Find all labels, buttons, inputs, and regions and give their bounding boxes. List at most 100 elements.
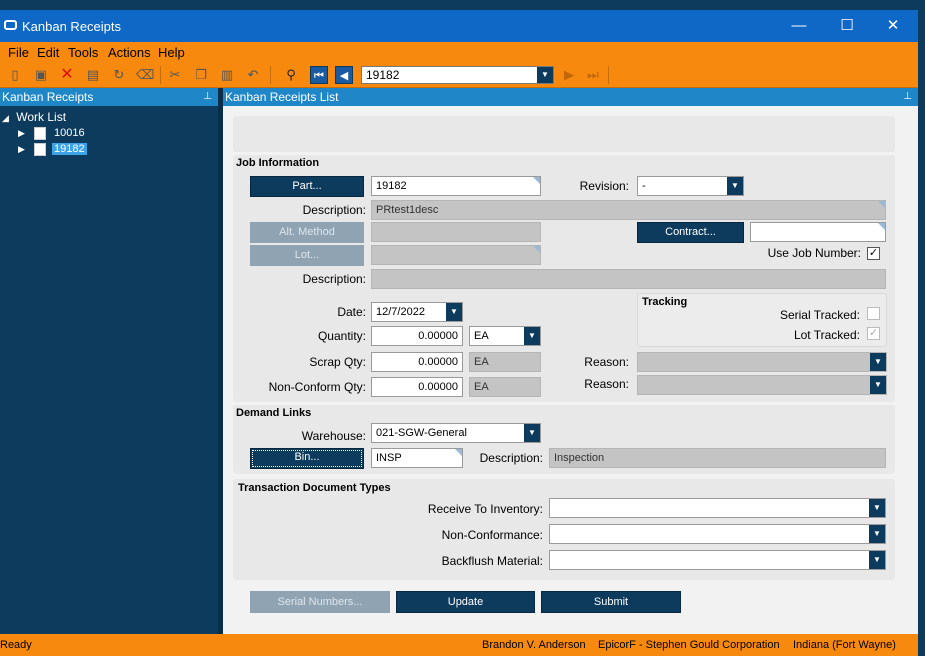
expand-icon[interactable]: ▶ xyxy=(18,128,25,139)
lot-button[interactable]: Lot... xyxy=(250,245,364,266)
serial-numbers-button[interactable]: Serial Numbers... xyxy=(250,591,390,613)
part-input[interactable]: 19182 xyxy=(371,176,541,196)
menu-tools[interactable]: Tools xyxy=(68,45,98,60)
reason2-label: Reason: xyxy=(584,377,629,391)
tracking-title: Tracking xyxy=(642,296,688,308)
last-record-icon[interactable]: ⏭ xyxy=(584,66,602,84)
toolbar-separator xyxy=(160,66,161,84)
scrap-uom-field: EA xyxy=(469,352,541,372)
search-icon[interactable]: ⚲ xyxy=(282,66,300,84)
chevron-down-icon[interactable]: ▼ xyxy=(870,376,886,394)
pin-icon[interactable]: ⊥ xyxy=(203,88,212,106)
quantity-label: Quantity: xyxy=(317,329,366,343)
document-icon xyxy=(34,127,46,140)
close-button[interactable]: ✕ xyxy=(878,16,908,36)
expand-icon[interactable]: ▶ xyxy=(18,144,25,155)
tree-pane-title: Kanban Receipts xyxy=(2,90,94,104)
record-selector-value: 19182 xyxy=(366,68,400,82)
attachment-icon[interactable]: ▤ xyxy=(84,66,102,84)
revision-label: Revision: xyxy=(579,179,629,193)
chevron-down-icon[interactable]: ▼ xyxy=(870,353,886,371)
job-information-title: Job Information xyxy=(236,157,320,169)
backflush-material-select[interactable]: ▼ xyxy=(549,550,886,570)
tree-root-label: Work List xyxy=(16,110,67,124)
quantity-input[interactable]: 0.00000 xyxy=(371,326,463,346)
next-record-icon[interactable]: ▶ xyxy=(560,66,578,84)
detail-pane-header: Kanban Receipts List ⊥ xyxy=(223,88,918,106)
maximize-button[interactable]: ☐ xyxy=(832,16,862,36)
use-job-number-checkbox[interactable]: ✓ xyxy=(867,247,880,260)
app-icon xyxy=(4,20,17,30)
demand-links-title: Demand Links xyxy=(236,407,312,419)
minimize-button[interactable]: — xyxy=(784,16,814,36)
chevron-down-icon[interactable]: ▼ xyxy=(524,424,540,442)
menu-help[interactable]: Help xyxy=(158,45,185,60)
chevron-down-icon[interactable]: ▼ xyxy=(869,525,885,543)
non-conform-qty-label: Non-Conform Qty: xyxy=(268,380,366,394)
undo-icon[interactable]: ↶ xyxy=(244,66,262,84)
non-conform-reason-select[interactable]: ▼ xyxy=(637,375,887,395)
collapse-icon[interactable]: ◢ xyxy=(2,113,9,123)
chevron-down-icon[interactable]: ▼ xyxy=(446,303,462,321)
paste-icon[interactable]: ▥ xyxy=(218,66,236,84)
receive-to-inventory-select[interactable]: ▼ xyxy=(549,498,886,518)
revision-select[interactable]: - ▼ xyxy=(637,176,744,196)
save-icon[interactable]: ▣ xyxy=(32,66,50,84)
record-selector[interactable]: 19182 ▼ xyxy=(361,66,554,84)
chevron-down-icon[interactable]: ▼ xyxy=(537,67,553,83)
detail-pane-title: Kanban Receipts List xyxy=(225,90,339,104)
submit-button[interactable]: Submit xyxy=(541,591,681,613)
lot-tracked-label: Lot Tracked: xyxy=(793,328,860,342)
cut-icon[interactable]: ✂ xyxy=(166,66,184,84)
tracking-group: Tracking Serial Tracked: Lot Tracked: ✓ xyxy=(637,293,887,347)
quantity-uom-select[interactable]: EA ▼ xyxy=(469,326,541,346)
menu-edit[interactable]: Edit xyxy=(37,45,59,60)
pin-icon[interactable]: ⊥ xyxy=(903,88,912,106)
tree-item-label: 19182 xyxy=(52,143,87,155)
non-conform-qty-input[interactable]: 0.00000 xyxy=(371,377,463,397)
reason-label: Reason: xyxy=(584,355,629,369)
description-field: PRtest1desc xyxy=(371,200,886,220)
copy-icon[interactable]: ❐ xyxy=(192,66,210,84)
alt-method-button[interactable]: Alt. Method xyxy=(250,222,364,243)
update-button[interactable]: Update xyxy=(396,591,535,613)
chevron-down-icon[interactable]: ▼ xyxy=(869,499,885,517)
delete-icon[interactable]: ✕ xyxy=(58,66,76,84)
bin-button[interactable]: Bin... xyxy=(250,448,364,469)
chevron-down-icon[interactable]: ▼ xyxy=(727,177,743,195)
warehouse-label: Warehouse: xyxy=(301,429,366,443)
chevron-down-icon[interactable]: ▼ xyxy=(869,551,885,569)
tree-item-label: 10016 xyxy=(54,127,85,139)
bin-input[interactable]: INSP xyxy=(371,448,463,468)
alt-method-field xyxy=(371,222,541,242)
window-edge xyxy=(918,10,925,656)
menu-file[interactable]: File xyxy=(8,45,29,60)
contract-input[interactable] xyxy=(750,222,886,242)
previous-record-icon[interactable]: ◀ xyxy=(335,66,353,84)
transaction-document-types-title: Transaction Document Types xyxy=(238,482,391,494)
non-conform-uom-field: EA xyxy=(469,377,541,397)
menu-actions[interactable]: Actions xyxy=(108,45,151,60)
job-information-group: Job Information Part... 19182 Revision: … xyxy=(233,155,895,402)
date-input[interactable]: 12/7/2022 ▼ xyxy=(371,302,463,322)
detail-pane: Kanban Receipts List ⊥ Job Information P… xyxy=(223,88,918,634)
clear-icon[interactable]: ⌫ xyxy=(136,66,154,84)
window-title: Kanban Receipts xyxy=(22,19,122,34)
status-bar: Ready Brandon V. Anderson EpicorF - Step… xyxy=(0,634,918,656)
lot-tracked-checkbox: ✓ xyxy=(867,327,880,340)
tree-root[interactable]: ◢ Work List xyxy=(2,110,66,124)
scrap-reason-select[interactable]: ▼ xyxy=(637,352,887,372)
refresh-icon[interactable]: ↻ xyxy=(110,66,128,84)
chevron-down-icon[interactable]: ▼ xyxy=(524,327,540,345)
part-button[interactable]: Part... xyxy=(250,176,364,197)
warehouse-select[interactable]: 021-SGW-General ▼ xyxy=(371,423,541,443)
date-label: Date: xyxy=(337,305,366,319)
non-conformance-label: Non-Conformance: xyxy=(441,528,543,542)
scrap-qty-input[interactable]: 0.00000 xyxy=(371,352,463,372)
description2-label: Description: xyxy=(302,272,366,286)
non-conformance-select[interactable]: ▼ xyxy=(549,524,886,544)
first-record-icon[interactable]: ⏮ xyxy=(310,66,328,84)
serial-tracked-checkbox xyxy=(867,307,880,320)
contract-button[interactable]: Contract... xyxy=(637,222,744,243)
new-icon[interactable]: ▯ xyxy=(6,66,24,84)
